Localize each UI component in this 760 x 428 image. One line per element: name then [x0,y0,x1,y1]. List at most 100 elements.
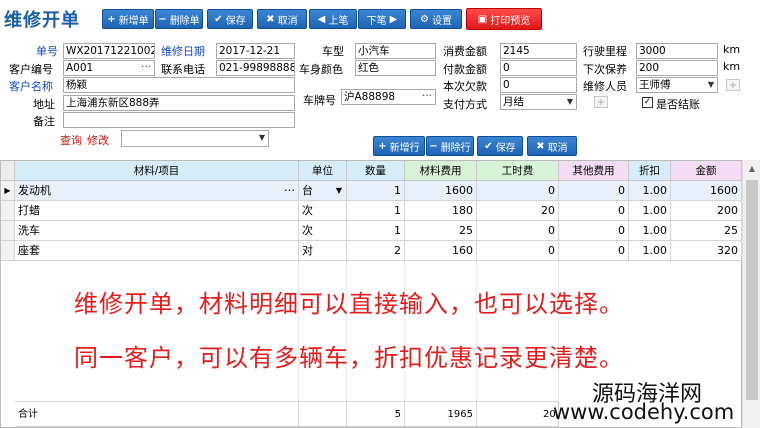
cell-qty[interactable]: 1 [347,201,405,221]
empty-column [477,261,559,401]
cell-labor[interactable]: 0 [477,241,559,261]
cell-amount[interactable]: 320 [671,241,742,261]
row-selector[interactable] [1,201,15,221]
car-type-field[interactable]: 小汽车 [355,43,436,59]
cell-qty[interactable]: 2 [347,241,405,261]
cell-material[interactable]: 160 [405,241,477,261]
order-no-field[interactable]: WX20171221002 [63,43,155,59]
cell-item[interactable]: 打蜡 [15,201,299,221]
paid-field[interactable]: 0 [500,60,577,76]
remark-field[interactable] [63,112,295,128]
vertical-scrollbar[interactable]: ▲ [742,160,760,428]
cell-item[interactable]: 洗车 [15,221,299,241]
query-link[interactable]: 查询 [60,132,82,148]
arrow-left-icon: ◀ [317,13,326,25]
phone-field[interactable]: 021-99898888 [216,60,295,76]
new-order-button[interactable]: + 新增单 [102,9,154,29]
cell-unit[interactable]: 次 [299,201,347,221]
consume-field[interactable]: 2145 [500,43,577,59]
cell-other[interactable]: 0 [559,241,629,261]
cell-labor[interactable]: 20 [477,201,559,221]
ellipsis-icon[interactable]: … [284,181,295,197]
save-button[interactable]: ✔ 保存 [207,9,253,29]
add-tech-plus-icon[interactable]: + [726,79,740,91]
empty-column [15,261,299,401]
settings-button[interactable]: ⚙ 设置 [410,9,462,29]
prev-record-button[interactable]: ◀ 上笔 [309,9,357,29]
cust-name-field[interactable]: 杨颖 [63,77,295,93]
print-preview-button[interactable]: ▣ 打印预览 [466,8,542,30]
ellipsis-icon[interactable]: … [141,61,151,72]
cell-material[interactable]: 25 [405,221,477,241]
row-selector[interactable] [1,241,15,261]
cancel-button[interactable]: ✖ 取消 [257,9,307,29]
cell-discount[interactable]: 1.00 [629,221,671,241]
col-header-material[interactable]: 材料费用 [405,161,477,181]
page-title: 维修开单 [4,10,80,31]
cell-other[interactable]: 0 [559,221,629,241]
tech-select[interactable]: 王师傅 ▼ [636,77,718,93]
cell-amount[interactable]: 200 [671,201,742,221]
row-cancel-button[interactable]: ✖ 取消 [527,136,577,156]
check-icon: ✔ [214,13,223,25]
mileage-field[interactable]: 3000 [636,43,718,59]
chevron-down-icon[interactable]: ▼ [336,181,342,200]
cell-amount[interactable]: 1600 [671,181,742,201]
pay-method-select[interactable]: 月结 ▼ [500,94,577,110]
next-record-button[interactable]: 下笔 ▶ [358,9,406,29]
cell-item[interactable]: 发动机… [15,181,299,201]
cell-discount[interactable]: 1.00 [629,201,671,221]
cell-labor[interactable]: 0 [477,221,559,241]
col-header-item[interactable]: 材料/项目 [15,161,299,181]
scroll-thumb[interactable] [746,180,758,400]
debt-field[interactable]: 0 [500,77,577,93]
col-header-other[interactable]: 其他费用 [559,161,629,181]
cell-qty[interactable]: 1 [347,221,405,241]
cell-unit[interactable]: 次 [299,221,347,241]
col-header-discount[interactable]: 折扣 [629,161,671,181]
ellipsis-icon[interactable]: … [422,90,432,101]
row-selector-arrow-icon[interactable]: ▶ [1,181,15,201]
delete-row-button[interactable]: − 删除行 [426,136,474,156]
body-color-field[interactable]: 红色 [355,60,436,76]
pay-method-label: 支付方式 [443,98,487,111]
modify-link[interactable]: 修改 [87,132,109,148]
next-maint-field[interactable]: 200 [636,60,718,76]
printer-icon: ▣ [477,13,488,25]
cell-other[interactable]: 0 [559,181,629,201]
cell-material[interactable]: 180 [405,201,477,221]
cell-labor[interactable]: 0 [477,181,559,201]
scroll-up-icon[interactable]: ▲ [743,160,760,178]
cell-material[interactable]: 1600 [405,181,477,201]
cell-unit[interactable]: 对 [299,241,347,261]
col-header-qty[interactable]: 数量 [347,161,405,181]
cell-discount[interactable]: 1.00 [629,241,671,261]
cell-qty[interactable]: 1 [347,181,405,201]
col-header-labor[interactable]: 工时费 [477,161,559,181]
plate-field[interactable]: 沪A88898… [341,89,436,105]
cust-no-field[interactable]: A001… [63,60,155,76]
settled-checkbox[interactable]: ✓ [642,97,653,108]
check-icon: ✔ [484,140,493,152]
row-save-button[interactable]: ✔ 保存 [477,136,523,156]
address-field[interactable]: 上海浦东新区888弄 [63,95,295,111]
col-header-amount[interactable]: 金额 [671,161,742,181]
add-row-button[interactable]: + 新增行 [373,136,425,156]
add-pay-method-plus-icon[interactable]: + [594,96,608,108]
repair-date-field[interactable]: 2017-12-21 [216,43,295,59]
cell-other[interactable]: 0 [559,201,629,221]
row-selector[interactable] [1,221,15,241]
watermark-url: www.codehy.com [553,400,735,424]
paid-label: 付款金额 [443,63,487,76]
car-type-label: 车型 [322,45,344,58]
cell-discount[interactable]: 1.00 [629,181,671,201]
close-icon: ✖ [266,13,275,25]
cell-item[interactable]: 座套 [15,241,299,261]
cell-unit[interactable]: 台 ▼ [299,181,347,201]
query-select[interactable]: ▼ [121,130,269,147]
cust-name-label: 客户名称 [9,80,53,93]
col-header-unit[interactable]: 单位 [299,161,347,181]
delete-order-button[interactable]: − 删除单 [155,9,203,29]
cell-amount[interactable]: 25 [671,221,742,241]
chevron-down-icon: ▼ [566,97,573,106]
